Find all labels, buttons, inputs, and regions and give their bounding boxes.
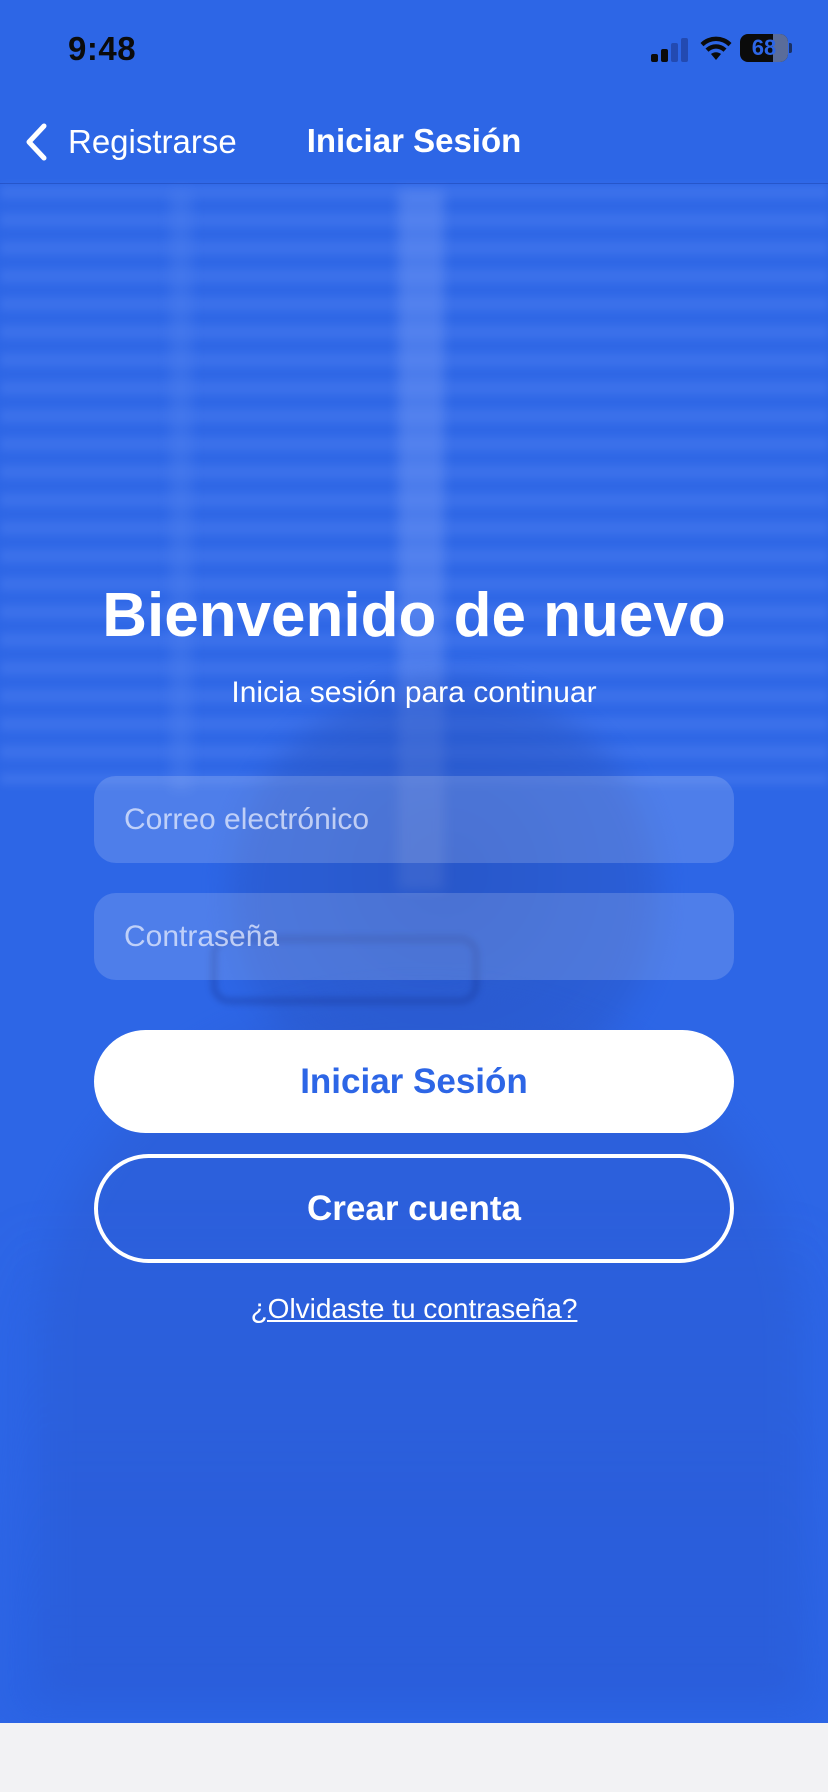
forgot-password-link[interactable]: ¿Olvidaste tu contraseña?: [0, 1293, 828, 1325]
background-shade: [0, 1200, 828, 1723]
navigation-bar: Registrarse Iniciar Sesión: [0, 100, 828, 184]
welcome-subheading: Inicia sesión para continuar: [231, 676, 597, 709]
signal-icon: [651, 38, 688, 62]
welcome-heading: Bienvenido de nuevo: [102, 581, 726, 650]
create-account-button[interactable]: Crear cuenta: [94, 1154, 734, 1263]
battery-percent: 68: [751, 35, 777, 60]
password-field[interactable]: [94, 893, 734, 980]
login-screen: 9:48 68 Registrarse Iniciar Sesión Bienv…: [0, 0, 828, 1792]
wifi-icon: [700, 36, 732, 60]
battery-body: 68: [740, 34, 788, 62]
status-time: 9:48: [68, 30, 137, 67]
status-bar: 9:48 68: [0, 0, 828, 100]
nav-title: Iniciar Sesión: [306, 122, 522, 159]
battery-nub: [789, 43, 792, 53]
email-field[interactable]: [94, 776, 734, 863]
login-button[interactable]: Iniciar Sesión: [94, 1030, 734, 1133]
battery-icon: 68: [740, 34, 792, 62]
